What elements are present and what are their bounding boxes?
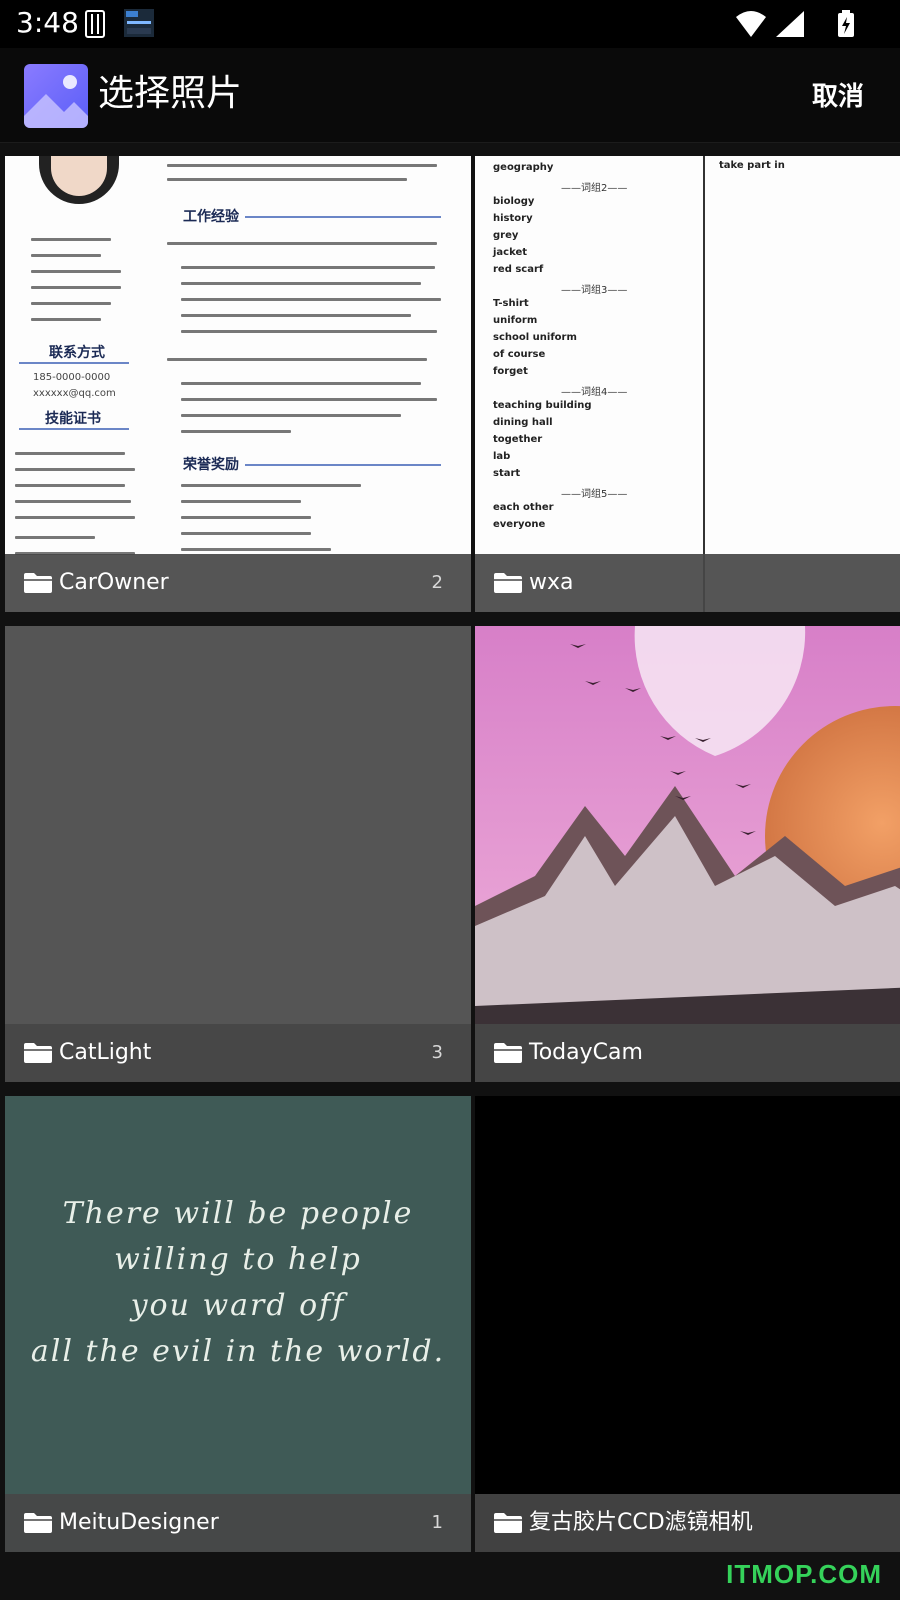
resume-awards-heading: 荣誉奖励 — [183, 457, 239, 473]
sim-card-icon — [85, 10, 105, 38]
folder-icon — [24, 573, 52, 593]
album-name: CarOwner — [59, 570, 169, 595]
album-name: CatLight — [59, 1040, 152, 1065]
status-right-icons — [736, 10, 854, 37]
album-label: CarOwner 2 — [5, 554, 471, 612]
vocab-word: dining hall — [493, 417, 553, 428]
vocab-word: jacket — [493, 247, 528, 258]
status-time: 3:48 — [16, 6, 79, 39]
vocab-word: forget — [493, 366, 528, 377]
vocab-word: teaching building — [493, 400, 592, 411]
album-label: wxa — [475, 554, 900, 612]
album-tile-wxa[interactable]: take part in geography ——词组2—— biology hist… — [475, 156, 900, 612]
album-tile-todaycam[interactable]: TodayCam — [475, 626, 900, 1082]
vocab-group-header: ——词组2—— — [561, 183, 628, 194]
album-grid: 联系方式 185-0000-0000 xxxxxx@qq.com 技能证书 工作… — [0, 142, 900, 1600]
album-tile-catlight[interactable]: CatLight 3 — [5, 626, 471, 1082]
quote-thumbnail: There will be people willing to help you… — [5, 1096, 471, 1552]
vocab-word: each other — [493, 502, 554, 513]
vocab-word: together — [493, 434, 543, 445]
album-label: CatLight 3 — [5, 1024, 471, 1082]
vocab-word: grey — [493, 230, 519, 241]
vocab-group-header: ——词组5—— — [561, 489, 628, 500]
album-count: 3 — [431, 1042, 443, 1063]
cancel-button[interactable]: 取消 — [806, 76, 870, 116]
resume-contact-heading: 联系方式 — [49, 345, 105, 361]
vocab-group-header: ——词组4—— — [561, 387, 628, 398]
vocab-word: history — [493, 213, 533, 224]
album-label: 复古胶片CCD滤镜相机 — [475, 1494, 900, 1552]
vocab-word: school uniform — [493, 332, 577, 343]
photo-app-logo-icon — [24, 64, 88, 128]
vocab-word: red scarf — [493, 264, 544, 275]
vocab-word: everyone — [493, 519, 546, 530]
album-name: wxa — [529, 570, 574, 595]
album-count: 2 — [431, 572, 443, 593]
album-label: TodayCam — [475, 1024, 900, 1082]
album-name: TodayCam — [529, 1040, 643, 1065]
album-tile-carowner[interactable]: 联系方式 185-0000-0000 xxxxxx@qq.com 技能证书 工作… — [5, 156, 471, 612]
vocab-side-text: take part in — [719, 160, 785, 171]
vocab-word: lab — [493, 451, 511, 462]
vocab-word: biology — [493, 196, 535, 207]
app-bar: 选择照片 取消 — [0, 48, 900, 143]
vocab-word: geography — [493, 162, 554, 173]
signal-icon — [776, 11, 804, 37]
vocab-word: start — [493, 468, 521, 479]
folder-icon — [494, 1043, 522, 1063]
folder-icon — [24, 1513, 52, 1533]
folder-icon — [494, 1513, 522, 1533]
album-tile-meitudesigner[interactable]: There will be people willing to help you… — [5, 1096, 471, 1552]
quote-line: you ward off — [130, 1288, 346, 1323]
album-tile-ccd-camera[interactable]: 复古胶片CCD滤镜相机 — [475, 1096, 900, 1552]
vocab-word: uniform — [493, 315, 538, 326]
vocab-group-header: ——词组3—— — [561, 285, 628, 296]
wifi-icon — [736, 11, 766, 37]
app-notification-icon — [124, 9, 154, 37]
resume-skills-heading: 技能证书 — [45, 411, 101, 427]
album-count: 1 — [431, 1512, 443, 1533]
album-label: MeituDesigner 1 — [5, 1494, 471, 1552]
album-name: 复古胶片CCD滤镜相机 — [529, 1510, 753, 1535]
vocab-word: of course — [493, 349, 546, 360]
folder-icon — [24, 1043, 52, 1063]
folder-icon — [494, 573, 522, 593]
vocabulary-thumbnail: take part in geography ——词组2—— biology hist… — [475, 156, 900, 612]
moon-mountains-thumbnail — [475, 626, 900, 1082]
resume-phone: 185-0000-0000 — [33, 372, 111, 383]
vocab-word: T-shirt — [493, 298, 529, 309]
album-name: MeituDesigner — [59, 1510, 219, 1535]
quote-line: There will be people — [62, 1196, 414, 1231]
status-bar: 3:48 — [0, 0, 900, 48]
watermark: ITMOP.COM — [726, 1559, 882, 1589]
resume-thumbnail: 联系方式 185-0000-0000 xxxxxx@qq.com 技能证书 工作… — [5, 156, 471, 612]
quote-line: all the evil in the world. — [30, 1334, 446, 1369]
resume-work-heading: 工作经验 — [183, 209, 239, 225]
quote-line: willing to help — [114, 1242, 362, 1277]
resume-email: xxxxxx@qq.com — [33, 388, 116, 399]
page-title: 选择照片 — [98, 73, 243, 114]
